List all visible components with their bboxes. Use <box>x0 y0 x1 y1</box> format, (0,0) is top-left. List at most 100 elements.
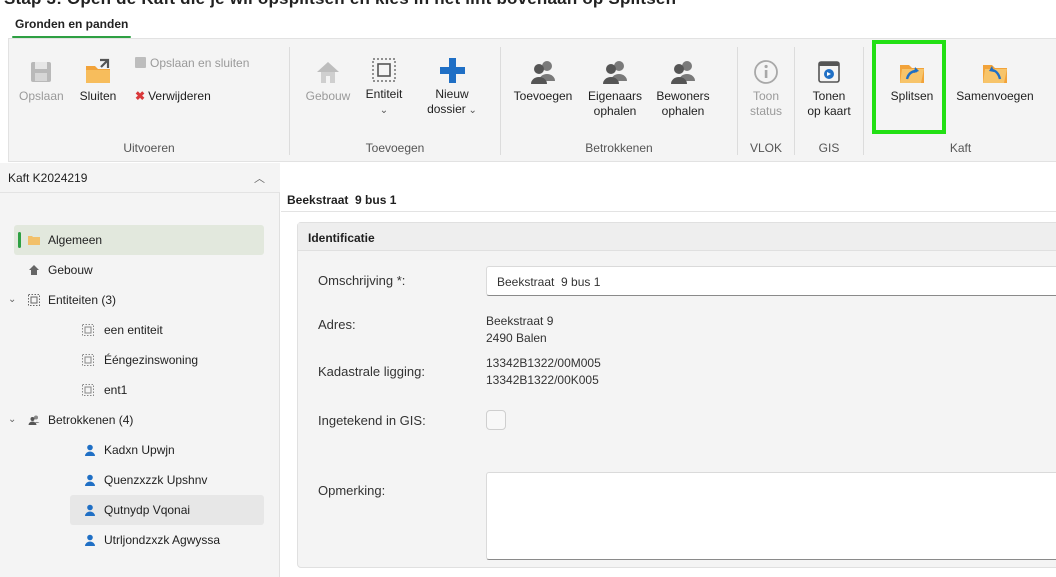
verwijderen-label: Verwijderen <box>148 89 211 103</box>
nieuw-dossier-button[interactable]: Nieuw dossier ⌄ <box>422 55 482 118</box>
sidebar-title: Kaft K2024219 <box>8 171 88 185</box>
toevoegen-label: Toevoegen <box>513 89 573 103</box>
chevron-down-icon[interactable]: ⌄ <box>8 285 16 315</box>
sidebar-item-person[interactable]: Qutnydp Vqonai <box>70 495 264 525</box>
entiteit-label: Entiteit <box>365 87 403 101</box>
group-label-vlok: VLOK <box>749 141 782 155</box>
opslaan-en-sluiten-label: Opslaan en sluiten <box>150 56 250 70</box>
opslaan-button[interactable]: Opslaan <box>19 57 64 104</box>
people-icon <box>531 61 555 84</box>
sluiten-label: Sluiten <box>79 89 117 103</box>
adres-value: Beekstraat 9 2490 Balen <box>486 313 553 347</box>
sidebar-item-eengezinswoning[interactable]: Ééngezinswoning <box>70 345 264 375</box>
chevron-up-icon[interactable]: ︿ <box>254 170 265 186</box>
omschrijving-value: Beekstraat 9 bus 1 <box>497 275 601 289</box>
status-label: status <box>749 104 782 118</box>
toevoegen-betrokkene-button[interactable]: Toevoegen <box>511 57 575 104</box>
group-label-uitvoeren: Uitvoeren <box>123 141 175 155</box>
main-header: Beekstraat 9 bus 1 <box>281 183 1056 213</box>
group-uitvoeren: Opslaan Sluiten Opslaan en sluiten ✖ Verw… <box>9 39 289 161</box>
entiteit-button[interactable]: Entiteit ⌄ <box>362 55 406 118</box>
sidebar-item-entiteiten[interactable]: ⌄ Entiteiten (3) <box>0 285 264 315</box>
kadastrale-value: 13342B1322/00M005 13342B1322/00K005 <box>486 355 601 389</box>
section-title: Identificatie <box>308 231 375 245</box>
people-icon <box>671 61 695 84</box>
tab-label: Gronden en panden <box>15 17 129 31</box>
adres-line2: 2490 Balen <box>486 331 547 345</box>
samenvoegen-button[interactable]: Samenvoegen <box>952 57 1038 104</box>
identificatie-panel: Identificatie Omschrijving *: Beekstraat… <box>297 222 1056 568</box>
sidebar-item-label: Betrokkenen (4) <box>48 413 134 427</box>
samenvoegen-label: Samenvoegen <box>956 89 1034 103</box>
group-label-kaft: Kaft <box>949 141 972 155</box>
sidebar-header[interactable]: Kaft K2024219 ︿ <box>0 163 280 193</box>
opslaan-en-sluiten-button[interactable]: Opslaan en sluiten <box>135 55 249 71</box>
info-icon <box>754 60 778 84</box>
gis-label: Ingetekend in GIS: <box>318 413 426 428</box>
page-title: Beekstraat 9 bus 1 <box>287 193 397 207</box>
entity-icon <box>28 294 40 306</box>
sluiten-button[interactable]: Sluiten <box>73 57 123 104</box>
gis-checkbox[interactable] <box>486 410 506 430</box>
opmerking-textarea[interactable] <box>486 472 1056 560</box>
dossier-label: dossier <box>427 102 466 116</box>
sidebar-item-algemeen[interactable]: Algemeen <box>14 225 264 255</box>
house-icon <box>29 265 39 275</box>
save-close-icon <box>135 57 146 68</box>
sidebar-item-label: ent1 <box>104 383 128 397</box>
sidebar: Kaft K2024219 ︿ Algemeen Gebouw ⌄ Entite… <box>0 163 280 577</box>
sidebar-item-label: Qutnydp Vqonai <box>104 503 191 517</box>
sidebar-item-label: Entiteiten (3) <box>48 293 117 307</box>
save-icon <box>31 62 51 82</box>
ribbon-tabbar: Gronden en panden <box>0 12 1056 38</box>
sidebar-item-label: Kadxn Upwjn <box>104 443 175 457</box>
sidebar-item-betrokkenen[interactable]: ⌄ Betrokkenen (4) <box>0 405 264 435</box>
person-icon <box>85 504 95 516</box>
gebouw-label: Gebouw <box>305 89 351 103</box>
sidebar-item-label: Quenzxzzk Upshnv <box>104 473 208 487</box>
group-label-gis: GIS <box>818 141 840 155</box>
house-icon <box>317 62 339 83</box>
instruction-text: Stap 3: Open de Kaft die je wil opsplits… <box>4 0 676 9</box>
group-label-betrokkenen: Betrokkenen <box>585 141 653 155</box>
verwijderen-button[interactable]: ✖ Verwijderen <box>135 88 211 104</box>
sidebar-item-ent1[interactable]: ent1 <box>70 375 264 405</box>
sidebar-item-een-entiteit[interactable]: een entiteit <box>70 315 264 345</box>
tonen-op-kaart-button[interactable]: Tonen op kaart <box>803 57 855 119</box>
omschrijving-input[interactable]: Beekstraat 9 bus 1 <box>486 266 1056 296</box>
adres-label: Adres: <box>318 317 356 332</box>
divider <box>281 211 1056 212</box>
sidebar-item-gebouw[interactable]: Gebouw <box>14 255 264 285</box>
eigenaars-ophalen-button[interactable]: Eigenaars ophalen <box>583 57 647 119</box>
kadastrale-line1: 13342B1322/00M005 <box>486 356 601 370</box>
people-icon <box>28 415 40 425</box>
kadastrale-line2: 13342B1322/00K005 <box>486 373 599 387</box>
chevron-down-icon: ⌄ <box>379 105 389 116</box>
sidebar-item-person[interactable]: Kadxn Upwjn <box>70 435 264 465</box>
chevron-down-icon[interactable]: ⌄ <box>8 405 16 435</box>
people-icon <box>603 61 627 84</box>
sidebar-item-label: een entiteit <box>104 323 163 337</box>
sidebar-item-person[interactable]: Quenzxzzk Upshnv <box>70 465 264 495</box>
eigenaars-ophalen-label: ophalen <box>593 104 637 118</box>
entity-icon <box>82 324 94 336</box>
bewoners-ophalen-button[interactable]: Bewoners ophalen <box>651 57 715 119</box>
folder-close-icon <box>86 58 110 83</box>
sidebar-item-person[interactable]: Utrljondzxzk Agwyssa <box>70 525 264 555</box>
sidebar-item-label: Utrljondzxzk Agwyssa <box>104 533 221 547</box>
person-icon <box>85 534 95 546</box>
tab-gronden-en-panden[interactable]: Gronden en panden <box>8 16 135 38</box>
omschrijving-label: Omschrijving *: <box>318 273 406 288</box>
entity-icon <box>372 58 396 82</box>
toon-status-button[interactable]: Toon status <box>746 57 786 119</box>
delete-icon: ✖ <box>135 89 146 103</box>
highlight-box <box>872 40 946 134</box>
opmerking-label: Opmerking: <box>318 483 386 498</box>
panel-header: Identificatie <box>298 223 1056 251</box>
adres-line1: Beekstraat 9 <box>486 314 554 328</box>
group-betrokkenen: Toevoegen Eigenaars ophalen Bewoners oph… <box>501 39 737 161</box>
eigenaars-label: Eigenaars <box>587 89 643 103</box>
person-icon <box>85 444 95 456</box>
gebouw-button[interactable]: Gebouw <box>304 57 352 104</box>
entity-icon <box>82 354 94 366</box>
